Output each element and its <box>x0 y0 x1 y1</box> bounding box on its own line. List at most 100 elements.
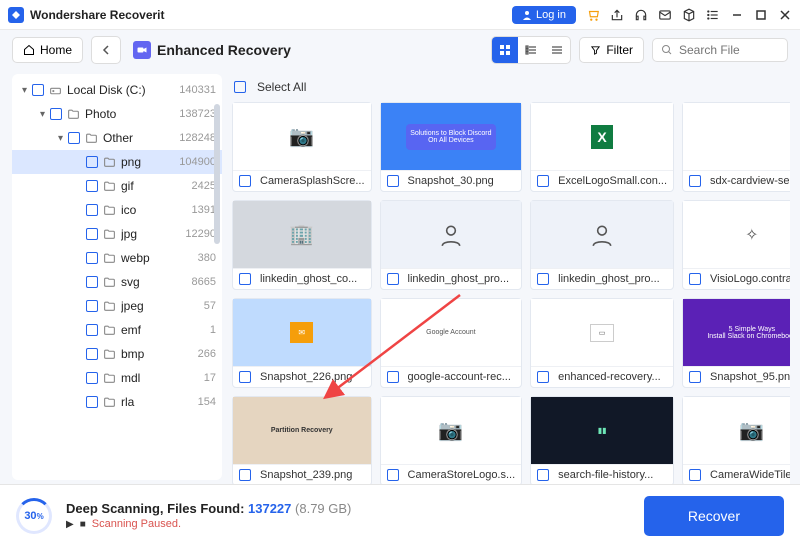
tree-checkbox[interactable] <box>86 276 98 288</box>
file-card[interactable]: 📷CameraSplashScre... <box>232 102 372 192</box>
tree-item-mdl[interactable]: mdl17 <box>12 366 222 390</box>
tree-item-jpeg[interactable]: jpeg 57 <box>12 294 222 318</box>
tree-checkbox[interactable] <box>86 396 98 408</box>
home-button[interactable]: Home <box>12 37 83 63</box>
tree-item-webp[interactable]: webp380 <box>12 246 222 270</box>
file-checkbox[interactable] <box>239 273 251 285</box>
file-checkbox[interactable] <box>387 469 399 481</box>
file-checkbox[interactable] <box>689 371 701 383</box>
headphones-icon[interactable] <box>634 8 648 22</box>
tree-item-svg[interactable]: svg8665 <box>12 270 222 294</box>
file-checkbox[interactable] <box>387 273 399 285</box>
select-all-row[interactable]: Select All <box>232 76 790 102</box>
tree-label: gif <box>121 179 188 193</box>
cart-icon[interactable] <box>586 8 600 22</box>
file-card[interactable]: Google Accountgoogle-account-rec... <box>380 298 523 388</box>
file-card[interactable]: 📷CameraWideTile.sc... <box>682 396 790 484</box>
view-detail-button[interactable] <box>544 37 570 63</box>
file-thumbnail: 📷 <box>381 397 522 464</box>
file-checkbox[interactable] <box>689 273 701 285</box>
tree-checkbox[interactable] <box>32 84 44 96</box>
tree-item-emf[interactable]: emf1 <box>12 318 222 342</box>
tree-item-bmp[interactable]: bmp266 <box>12 342 222 366</box>
tree-item-local-disk-c-[interactable]: ▾Local Disk (C:)140331 <box>12 78 222 102</box>
close-icon[interactable] <box>778 8 792 22</box>
file-card[interactable]: 🏢linkedin_ghost_co... <box>232 200 372 290</box>
file-label: linkedin_ghost_pro... <box>558 273 660 285</box>
tree-item-gif[interactable]: gif2425 <box>12 174 222 198</box>
play-icon[interactable]: ▶ <box>66 519 74 530</box>
main-area: ▾Local Disk (C:)140331▾Photo138723▾Other… <box>0 70 800 484</box>
tree-count: 266 <box>198 348 216 360</box>
file-checkbox[interactable] <box>537 469 549 481</box>
tree-count: 57 <box>204 300 216 312</box>
tree-checkbox[interactable] <box>68 132 80 144</box>
file-checkbox[interactable] <box>689 469 701 481</box>
tree-count: 8665 <box>192 276 216 288</box>
tree-checkbox[interactable] <box>86 204 98 216</box>
tree-item-png[interactable]: png104900 <box>12 150 222 174</box>
tree-checkbox[interactable] <box>86 252 98 264</box>
file-card[interactable]: XExcelLogoSmall.con... <box>530 102 674 192</box>
tree-label: jpeg <box>121 299 200 313</box>
tree-item-ico[interactable]: ico1391 <box>12 198 222 222</box>
file-card[interactable]: ▭enhanced-recovery... <box>530 298 674 388</box>
file-checkbox[interactable] <box>239 469 251 481</box>
back-button[interactable] <box>91 36 121 64</box>
tree-checkbox[interactable] <box>86 324 98 336</box>
tree-count: 138723 <box>179 108 216 120</box>
tree-checkbox[interactable] <box>86 228 98 240</box>
chevron-icon[interactable]: ▾ <box>40 109 50 120</box>
file-checkbox[interactable] <box>239 371 251 383</box>
file-checkbox[interactable] <box>537 273 549 285</box>
tree-item-rla[interactable]: rla154 <box>12 390 222 414</box>
tree-checkbox[interactable] <box>86 300 98 312</box>
tree-checkbox[interactable] <box>86 180 98 192</box>
filter-button[interactable]: Filter <box>579 37 644 63</box>
maximize-icon[interactable] <box>754 8 768 22</box>
cube-icon[interactable] <box>682 8 696 22</box>
tree-count: 154 <box>198 396 216 408</box>
file-card[interactable]: Solutions to Block DiscordOn All Devices… <box>380 102 523 192</box>
stop-icon[interactable]: ■ <box>80 519 86 530</box>
share-icon[interactable] <box>610 8 624 22</box>
view-list-button[interactable] <box>518 37 544 63</box>
file-checkbox[interactable] <box>387 371 399 383</box>
content-area: Select All 📷CameraSplashScre...Solutions… <box>222 70 800 484</box>
file-card[interactable]: linkedin_ghost_pro... <box>530 200 674 290</box>
file-card[interactable]: ▮▮search-file-history... <box>530 396 674 484</box>
file-checkbox[interactable] <box>537 371 549 383</box>
chevron-left-icon <box>101 45 111 55</box>
tree-checkbox[interactable] <box>86 372 98 384</box>
search-box[interactable] <box>652 38 788 62</box>
recover-button[interactable]: Recover <box>644 496 784 536</box>
file-card[interactable]: linkedin_ghost_pro... <box>380 200 523 290</box>
search-input[interactable] <box>679 43 779 57</box>
footer: 30% Deep Scanning, Files Found: 137227 (… <box>0 484 800 546</box>
file-card[interactable]: sdx-cardview-separ... <box>682 102 790 192</box>
tree-item-photo[interactable]: ▾Photo138723 <box>12 102 222 126</box>
sidebar-scrollbar[interactable] <box>214 104 220 244</box>
tree-checkbox[interactable] <box>86 348 98 360</box>
file-checkbox[interactable] <box>689 175 701 187</box>
chevron-icon[interactable]: ▾ <box>58 133 68 144</box>
file-card[interactable]: 📷CameraStoreLogo.s... <box>380 396 523 484</box>
select-all-checkbox[interactable] <box>234 81 246 93</box>
file-checkbox[interactable] <box>387 175 399 187</box>
login-button[interactable]: Log in <box>512 6 576 24</box>
tree-item-jpg[interactable]: jpg12290 <box>12 222 222 246</box>
mail-icon[interactable] <box>658 8 672 22</box>
view-grid-button[interactable] <box>492 37 518 63</box>
list-icon[interactable] <box>706 8 720 22</box>
chevron-icon[interactable]: ▾ <box>22 85 32 96</box>
tree-checkbox[interactable] <box>86 156 98 168</box>
file-checkbox[interactable] <box>239 175 251 187</box>
file-card[interactable]: ✉Snapshot_226.png <box>232 298 372 388</box>
tree-item-other[interactable]: ▾Other128248 <box>12 126 222 150</box>
file-card[interactable]: ✧VisioLogo.contrast-... <box>682 200 790 290</box>
file-card[interactable]: 5 Simple WaysInstall Slack on Chromebook… <box>682 298 790 388</box>
tree-checkbox[interactable] <box>50 108 62 120</box>
file-card[interactable]: Partition RecoverySnapshot_239.png <box>232 396 372 484</box>
file-checkbox[interactable] <box>537 175 549 187</box>
minimize-icon[interactable] <box>730 8 744 22</box>
